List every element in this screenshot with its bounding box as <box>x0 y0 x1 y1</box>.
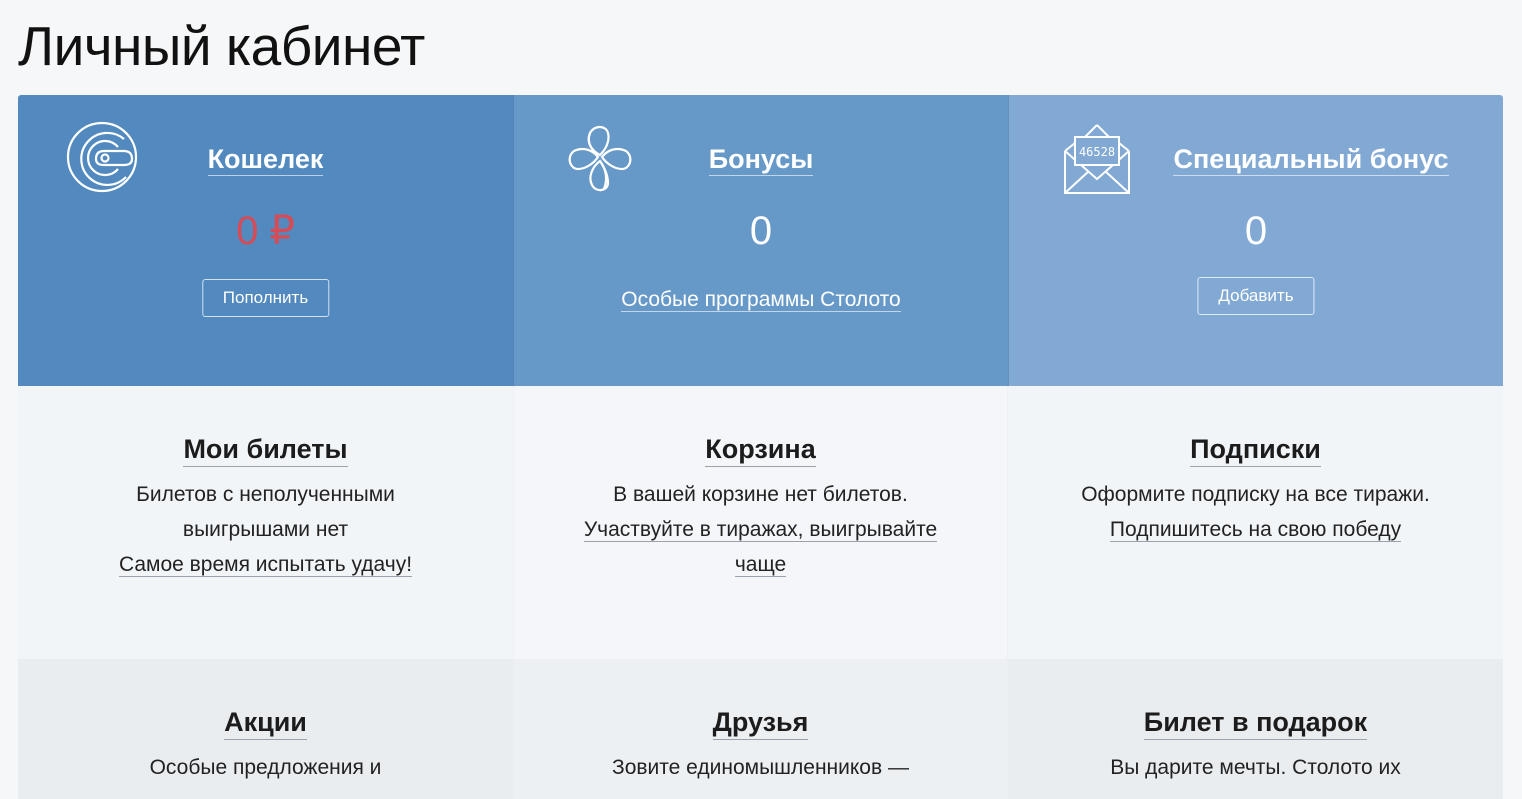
friends-tile: Друзья Зовите единомышленников — <box>513 659 1008 799</box>
wallet-title-link[interactable]: Кошелек <box>207 144 324 176</box>
gift-ticket-tile: Билет в подарок Вы дарите мечты. Столото… <box>1008 659 1503 799</box>
friends-text-line-1: Зовите единомышленников — <box>612 756 909 779</box>
wallet-balance: 0 ₽ <box>236 209 295 253</box>
page-title: Личный кабинет <box>18 15 425 77</box>
envelope-number: 46528 <box>1079 145 1115 159</box>
promo-tile: Акции Особые предложения и <box>18 659 513 799</box>
subscribe-link[interactable]: Подпишитесь на свою победу <box>1109 518 1402 542</box>
participate-link-cont[interactable]: чаще <box>734 553 787 577</box>
tickets-text-line-1: Билетов с неполученными <box>136 483 395 506</box>
friends-title[interactable]: Друзья <box>712 705 809 740</box>
extras-row: Акции Особые предложения и Друзья Зовите… <box>18 659 1503 799</box>
special-bonus-card: 46528 Специальный бонус 0 Добавить <box>1008 95 1503 386</box>
cart-title[interactable]: Корзина <box>705 432 816 467</box>
my-tickets-title[interactable]: Мои билеты <box>183 432 348 467</box>
cart-tile: Корзина В вашей корзине нет билетов. Уча… <box>513 386 1008 659</box>
special-bonus-title-link[interactable]: Специальный бонус <box>1173 144 1449 176</box>
promo-text-line-1: Особые предложения и <box>149 756 382 779</box>
subscriptions-text-line-1: Оформите подписку на все тиражи. <box>1081 483 1430 506</box>
participate-link[interactable]: Участвуйте в тиражах, выигрывайте <box>583 518 938 542</box>
wallet-card: Кошелек 0 ₽ Пополнить <box>18 95 513 386</box>
bonus-title-link[interactable]: Бонусы <box>708 144 814 176</box>
gift-ticket-title[interactable]: Билет в подарок <box>1143 705 1368 740</box>
account-dashboard: Кошелек 0 ₽ Пополнить Бонусы 0 Особые пр… <box>18 95 1503 799</box>
balance-row: Кошелек 0 ₽ Пополнить Бонусы 0 Особые пр… <box>18 95 1503 386</box>
special-bonus-balance: 0 <box>1244 209 1268 253</box>
add-bonus-button[interactable]: Добавить <box>1197 277 1315 315</box>
cart-text-line-1: В вашей корзине нет билетов. <box>613 483 908 506</box>
my-tickets-tile: Мои билеты Билетов с неполученными выигр… <box>18 386 513 659</box>
info-row: Мои билеты Билетов с неполученными выигр… <box>18 386 1503 659</box>
bonus-card: Бонусы 0 Особые программы Столото <box>513 95 1008 386</box>
gift-text-line-1: Вы дарите мечты. Столото их <box>1110 756 1401 779</box>
subscriptions-title[interactable]: Подписки <box>1190 432 1321 467</box>
try-luck-link[interactable]: Самое время испытать удачу! <box>118 553 413 577</box>
bonus-balance: 0 <box>749 209 773 253</box>
subscriptions-tile: Подписки Оформите подписку на все тиражи… <box>1008 386 1503 659</box>
promo-title[interactable]: Акции <box>224 705 307 740</box>
tickets-text-line-2: выигрышами нет <box>182 518 349 541</box>
top-up-button[interactable]: Пополнить <box>201 279 330 317</box>
special-programs-link[interactable]: Особые программы Столото <box>621 288 901 312</box>
